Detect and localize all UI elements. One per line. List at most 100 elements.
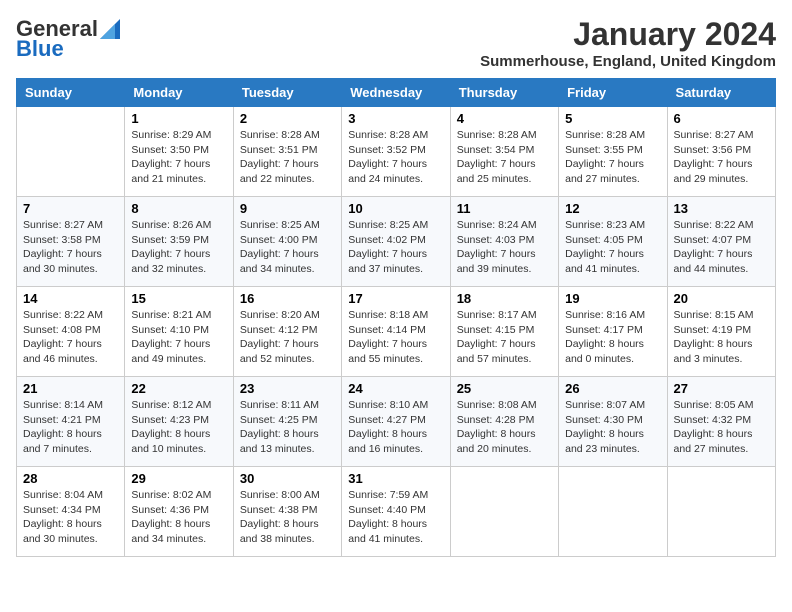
day-number: 24 — [348, 381, 443, 396]
day-cell: 5Sunrise: 8:28 AMSunset: 3:55 PMDaylight… — [559, 107, 667, 197]
logo-blue: Blue — [16, 36, 64, 62]
page-header: General Blue January 2024 Summerhouse, E… — [16, 16, 776, 70]
day-cell: 9Sunrise: 8:25 AMSunset: 4:00 PMDaylight… — [233, 197, 341, 287]
day-cell: 17 Sunrise: 8:18 AMSunset: 4:14 PMDayligh… — [342, 287, 450, 377]
day-info: Sunrise: 8:22 AMSunset: 4:08 PMDaylight:… — [23, 308, 118, 367]
day-cell: 30 Sunrise: 8:00 AMSunset: 4:38 PMDayligh… — [233, 467, 341, 557]
day-cell: 1 Sunrise: 8:29 AMSunset: 3:50 PMDaylight… — [125, 107, 233, 197]
day-cell: 14 Sunrise: 8:22 AMSunset: 4:08 PMDayligh… — [17, 287, 125, 377]
day-number: 19 — [565, 291, 660, 306]
day-number: 7 — [23, 201, 118, 216]
header-saturday: Saturday — [667, 79, 775, 107]
day-info: Sunrise: 8:28 AMSunset: 3:55 PMDaylight:… — [565, 128, 660, 187]
day-number: 28 — [23, 471, 118, 486]
day-number: 3 — [348, 111, 443, 126]
logo-icon — [100, 19, 120, 39]
week-row-3: 14 Sunrise: 8:22 AMSunset: 4:08 PMDayligh… — [17, 287, 776, 377]
header-wednesday: Wednesday — [342, 79, 450, 107]
day-info: Sunrise: 8:20 AMSunset: 4:12 PMDaylight:… — [240, 308, 335, 367]
day-info: Sunrise: 8:08 AMSunset: 4:28 PMDaylight:… — [457, 398, 552, 457]
location: Summerhouse, England, United Kingdom — [480, 53, 776, 70]
day-number: 11 — [457, 201, 552, 216]
day-info: Sunrise: 8:04 AMSunset: 4:34 PMDaylight:… — [23, 488, 118, 547]
day-cell: 23Sunrise: 8:11 AMSunset: 4:25 PMDayligh… — [233, 377, 341, 467]
day-cell: 8Sunrise: 8:26 AMSunset: 3:59 PMDaylight… — [125, 197, 233, 287]
day-cell — [450, 467, 558, 557]
day-cell: 27 Sunrise: 8:05 AMSunset: 4:32 PMDayligh… — [667, 377, 775, 467]
day-cell: 4Sunrise: 8:28 AMSunset: 3:54 PMDaylight… — [450, 107, 558, 197]
day-number: 30 — [240, 471, 335, 486]
day-cell: 6Sunrise: 8:27 AMSunset: 3:56 PMDaylight… — [667, 107, 775, 197]
week-row-1: 1 Sunrise: 8:29 AMSunset: 3:50 PMDaylight… — [17, 107, 776, 197]
day-number: 4 — [457, 111, 552, 126]
day-number: 20 — [674, 291, 769, 306]
day-info: Sunrise: 8:05 AMSunset: 4:32 PMDaylight:… — [674, 398, 769, 457]
day-number: 16 — [240, 291, 335, 306]
day-cell: 24 Sunrise: 8:10 AMSunset: 4:27 PMDayligh… — [342, 377, 450, 467]
day-number: 13 — [674, 201, 769, 216]
day-cell — [559, 467, 667, 557]
day-info: Sunrise: 8:28 AMSunset: 3:51 PMDaylight:… — [240, 128, 335, 187]
day-info: Sunrise: 8:27 AMSunset: 3:58 PMDaylight:… — [23, 218, 118, 277]
day-cell: 25Sunrise: 8:08 AMSunset: 4:28 PMDayligh… — [450, 377, 558, 467]
day-info: Sunrise: 8:25 AMSunset: 4:02 PMDaylight:… — [348, 218, 443, 277]
day-info: Sunrise: 8:18 AMSunset: 4:14 PMDaylight:… — [348, 308, 443, 367]
day-cell — [17, 107, 125, 197]
day-cell: 19 Sunrise: 8:16 AMSunset: 4:17 PMDayligh… — [559, 287, 667, 377]
weekday-header-row: Sunday Monday Tuesday Wednesday Thursday… — [17, 79, 776, 107]
day-cell: 28 Sunrise: 8:04 AMSunset: 4:34 PMDayligh… — [17, 467, 125, 557]
day-number: 6 — [674, 111, 769, 126]
day-info: Sunrise: 8:26 AMSunset: 3:59 PMDaylight:… — [131, 218, 226, 277]
header-tuesday: Tuesday — [233, 79, 341, 107]
day-number: 10 — [348, 201, 443, 216]
day-number: 31 — [348, 471, 443, 486]
day-number: 1 — [131, 111, 226, 126]
day-cell: 10 Sunrise: 8:25 AMSunset: 4:02 PMDayligh… — [342, 197, 450, 287]
day-number: 26 — [565, 381, 660, 396]
week-row-4: 21Sunrise: 8:14 AMSunset: 4:21 PMDayligh… — [17, 377, 776, 467]
day-info: Sunrise: 8:12 AMSunset: 4:23 PMDaylight:… — [131, 398, 226, 457]
day-number: 22 — [131, 381, 226, 396]
month-title: January 2024 — [480, 16, 776, 53]
day-info: Sunrise: 8:16 AMSunset: 4:17 PMDaylight:… — [565, 308, 660, 367]
day-info: Sunrise: 8:10 AMSunset: 4:27 PMDaylight:… — [348, 398, 443, 457]
day-number: 27 — [674, 381, 769, 396]
day-info: Sunrise: 8:07 AMSunset: 4:30 PMDaylight:… — [565, 398, 660, 457]
day-number: 9 — [240, 201, 335, 216]
day-number: 18 — [457, 291, 552, 306]
day-cell: 2 Sunrise: 8:28 AMSunset: 3:51 PMDaylight… — [233, 107, 341, 197]
day-number: 2 — [240, 111, 335, 126]
day-info: Sunrise: 8:02 AMSunset: 4:36 PMDaylight:… — [131, 488, 226, 547]
day-number: 15 — [131, 291, 226, 306]
day-number: 29 — [131, 471, 226, 486]
header-sunday: Sunday — [17, 79, 125, 107]
day-number: 17 — [348, 291, 443, 306]
day-info: Sunrise: 8:15 AMSunset: 4:19 PMDaylight:… — [674, 308, 769, 367]
day-cell: 21Sunrise: 8:14 AMSunset: 4:21 PMDayligh… — [17, 377, 125, 467]
logo: General Blue — [16, 16, 120, 62]
header-friday: Friday — [559, 79, 667, 107]
day-cell: 15 Sunrise: 8:21 AMSunset: 4:10 PMDayligh… — [125, 287, 233, 377]
day-number: 14 — [23, 291, 118, 306]
day-info: Sunrise: 8:29 AMSunset: 3:50 PMDaylight:… — [131, 128, 226, 187]
day-info: Sunrise: 8:23 AMSunset: 4:05 PMDaylight:… — [565, 218, 660, 277]
day-info: Sunrise: 8:17 AMSunset: 4:15 PMDaylight:… — [457, 308, 552, 367]
week-row-5: 28 Sunrise: 8:04 AMSunset: 4:34 PMDayligh… — [17, 467, 776, 557]
day-info: Sunrise: 8:28 AMSunset: 3:52 PMDaylight:… — [348, 128, 443, 187]
day-number: 12 — [565, 201, 660, 216]
day-cell: 12 Sunrise: 8:23 AMSunset: 4:05 PMDayligh… — [559, 197, 667, 287]
day-info: Sunrise: 8:00 AMSunset: 4:38 PMDaylight:… — [240, 488, 335, 547]
day-cell: 31Sunrise: 7:59 AMSunset: 4:40 PMDayligh… — [342, 467, 450, 557]
day-cell: 3 Sunrise: 8:28 AMSunset: 3:52 PMDaylight… — [342, 107, 450, 197]
header-monday: Monday — [125, 79, 233, 107]
day-number: 21 — [23, 381, 118, 396]
day-cell: 7 Sunrise: 8:27 AMSunset: 3:58 PMDaylight… — [17, 197, 125, 287]
day-info: Sunrise: 8:21 AMSunset: 4:10 PMDaylight:… — [131, 308, 226, 367]
day-cell: 22 Sunrise: 8:12 AMSunset: 4:23 PMDayligh… — [125, 377, 233, 467]
day-cell: 18 Sunrise: 8:17 AMSunset: 4:15 PMDayligh… — [450, 287, 558, 377]
day-cell: 16 Sunrise: 8:20 AMSunset: 4:12 PMDayligh… — [233, 287, 341, 377]
day-info: Sunrise: 8:22 AMSunset: 4:07 PMDaylight:… — [674, 218, 769, 277]
day-number: 23 — [240, 381, 335, 396]
day-cell: 26 Sunrise: 8:07 AMSunset: 4:30 PMDayligh… — [559, 377, 667, 467]
day-cell — [667, 467, 775, 557]
